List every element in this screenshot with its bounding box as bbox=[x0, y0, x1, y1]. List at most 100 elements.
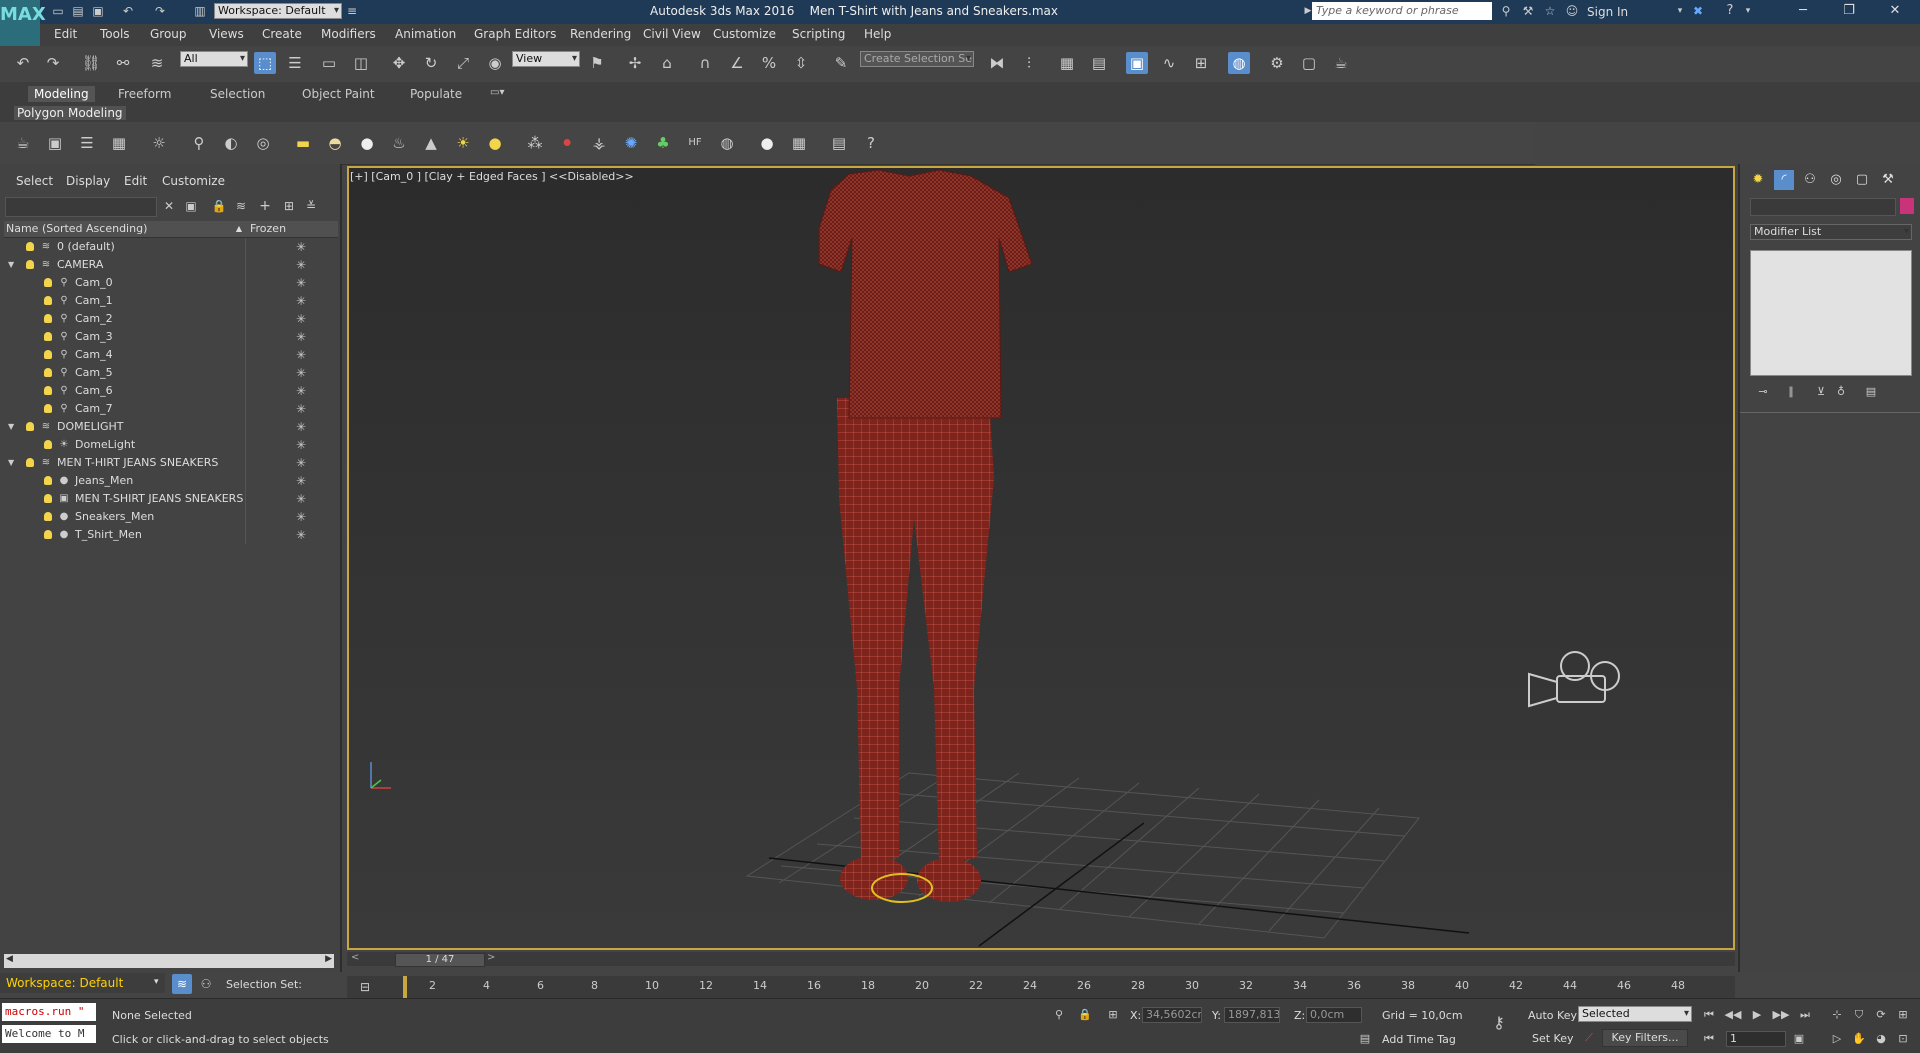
menu-edit[interactable]: Edit bbox=[54, 27, 77, 41]
explorer-row[interactable]: ⚲ Cam_2 ✳ bbox=[0, 310, 338, 328]
auto-key-button[interactable]: Auto Key bbox=[1528, 1009, 1577, 1022]
list-icon[interactable]: ☰ bbox=[76, 132, 98, 154]
explorer-row[interactable]: ⚲ Cam_3 ✳ bbox=[0, 328, 338, 346]
bind-space-warp-icon[interactable]: ≋ bbox=[146, 52, 168, 74]
open-file-icon[interactable]: ▤ bbox=[70, 3, 86, 19]
frozen-toggle-icon[interactable]: ✳ bbox=[296, 508, 306, 526]
maxscript-listener[interactable]: macros.run " Welcome to M bbox=[2, 1003, 96, 1045]
frozen-toggle-icon[interactable]: ✳ bbox=[296, 346, 306, 364]
prev-frame-icon[interactable]: ◀◀ bbox=[1724, 1007, 1742, 1023]
curve-editor-icon[interactable]: ∿ bbox=[1158, 52, 1180, 74]
window-crossing-icon[interactable]: ◫ bbox=[350, 52, 372, 74]
pivot-center-icon[interactable]: ⚑ bbox=[586, 52, 608, 74]
modify-tab-icon[interactable]: ◜ bbox=[1774, 170, 1794, 190]
explorer-row[interactable]: ⚲ Cam_0 ✳ bbox=[0, 274, 338, 292]
key-filters-button[interactable]: Key Filters... bbox=[1602, 1029, 1688, 1047]
frozen-toggle-icon[interactable]: ✳ bbox=[296, 328, 306, 346]
pin-stack-icon[interactable]: ⊸ bbox=[1754, 384, 1772, 400]
visibility-bulb-icon[interactable] bbox=[26, 260, 34, 269]
hierarchy-tab-icon[interactable]: ⚇ bbox=[1800, 170, 1820, 190]
frozen-toggle-icon[interactable]: ✳ bbox=[296, 382, 306, 400]
explorer-row[interactable]: ▣ MEN T-SHIRT JEANS SNEAKERS ✳ bbox=[0, 490, 338, 508]
configure-sets-icon[interactable]: ▤ bbox=[1862, 384, 1880, 400]
select-by-name-icon[interactable]: ☰ bbox=[284, 52, 306, 74]
maximize-button[interactable]: ❐ bbox=[1834, 2, 1864, 20]
ribbon-tab-selection[interactable]: Selection bbox=[210, 87, 265, 101]
mirror-icon[interactable]: ⧓ bbox=[986, 52, 1008, 74]
explorer-row[interactable]: ● Sneakers_Men ✳ bbox=[0, 508, 338, 526]
time-slider-thumb[interactable]: 1 / 47 bbox=[395, 953, 485, 967]
scroll-right-icon[interactable]: ▶ bbox=[325, 954, 332, 964]
visibility-bulb-icon[interactable] bbox=[44, 494, 52, 503]
explorer-row[interactable]: ⚲ Cam_5 ✳ bbox=[0, 364, 338, 382]
prev-frame-arrow-icon[interactable]: < bbox=[351, 952, 359, 963]
redo-icon[interactable]: ↷ bbox=[42, 52, 64, 74]
viewport-cam0[interactable] bbox=[347, 166, 1735, 950]
hierarchy-icon[interactable]: ⊞ bbox=[278, 195, 300, 217]
workspace-field[interactable]: Workspace: Default bbox=[0, 973, 165, 993]
menu-animation[interactable]: Animation bbox=[395, 27, 456, 41]
cone-light-icon[interactable]: ▲ bbox=[420, 132, 442, 154]
explorer-row[interactable]: ▼ ≋ MEN T-HIRT JEANS SNEAKERS ✳ bbox=[0, 454, 338, 472]
explorer-row[interactable]: ▼ ≋ DOMELIGHT ✳ bbox=[0, 418, 338, 436]
render-production-icon[interactable]: ☕ bbox=[1330, 52, 1352, 74]
ribbon-tab-populate[interactable]: Populate bbox=[410, 87, 462, 101]
ref-coord-dropdown[interactable]: View bbox=[512, 51, 580, 67]
camera-tool-icon[interactable]: ⚲ bbox=[188, 132, 210, 154]
visibility-bulb-icon[interactable] bbox=[44, 440, 52, 449]
toolbar-help-icon[interactable]: ? bbox=[860, 132, 882, 154]
frozen-toggle-icon[interactable]: ✳ bbox=[296, 400, 306, 418]
viewport-label[interactable]: [+] [Cam_0 ] [Clay + Edged Faces ] <<Dis… bbox=[350, 170, 634, 183]
shell-icon[interactable]: ◍ bbox=[716, 132, 738, 154]
disc-icon[interactable]: ● bbox=[356, 132, 378, 154]
pan-icon[interactable]: ✋ bbox=[1850, 1031, 1868, 1047]
spinner-snap-icon[interactable]: ⇳ bbox=[790, 52, 812, 74]
make-unique-icon[interactable]: ⊻ bbox=[1812, 384, 1830, 400]
hierarchy-explorer-icon[interactable]: ⚇ bbox=[196, 974, 216, 994]
walkthrough-icon[interactable]: ⊡ bbox=[1894, 1031, 1912, 1047]
time-tag-icon[interactable]: ▤ bbox=[1356, 1031, 1374, 1047]
rotate-icon[interactable]: ↻ bbox=[420, 52, 442, 74]
explorer-menu-select[interactable]: Select bbox=[16, 174, 53, 188]
workspace-dropdown[interactable]: Workspace: Default bbox=[214, 3, 342, 19]
proxy-icon[interactable]: ⁂ bbox=[524, 132, 546, 154]
select-object-icon[interactable]: ⬚ bbox=[254, 52, 276, 74]
visibility-bulb-icon[interactable] bbox=[44, 404, 52, 413]
visibility-bulb-icon[interactable] bbox=[44, 476, 52, 485]
orbit-icon[interactable]: ⟳ bbox=[1872, 1007, 1890, 1023]
rect-selection-icon[interactable]: ▭ bbox=[318, 52, 340, 74]
frozen-toggle-icon[interactable]: ✳ bbox=[296, 292, 306, 310]
goto-start-icon[interactable]: ⏮ bbox=[1700, 1007, 1718, 1023]
mini-curve-editor-icon[interactable]: ⊟ bbox=[354, 976, 376, 998]
hf-icon[interactable]: HF bbox=[684, 132, 706, 154]
dome-icon[interactable]: ◓ bbox=[324, 132, 346, 154]
percent-snap-icon[interactable]: % bbox=[758, 52, 780, 74]
visibility-bulb-icon[interactable] bbox=[44, 512, 52, 521]
render-frame-icon[interactable]: ▢ bbox=[1298, 52, 1320, 74]
omni-light-icon[interactable]: ● bbox=[484, 132, 506, 154]
z-coordinate-field[interactable]: 0,0cm bbox=[1306, 1007, 1362, 1023]
subscription-icon[interactable]: ⚒ bbox=[1520, 3, 1536, 19]
visibility-bulb-icon[interactable] bbox=[26, 422, 34, 431]
frozen-toggle-icon[interactable]: ✳ bbox=[296, 310, 306, 328]
modifier-stack[interactable] bbox=[1750, 250, 1912, 376]
user-icon[interactable]: ☺ bbox=[1564, 3, 1580, 19]
play-icon[interactable]: ▶ bbox=[1748, 1007, 1766, 1023]
visibility-bulb-icon[interactable] bbox=[26, 242, 34, 251]
explorer-row[interactable]: ⚲ Cam_4 ✳ bbox=[0, 346, 338, 364]
menu-customize[interactable]: Customize bbox=[713, 27, 776, 41]
sign-in-dropdown-icon[interactable]: ▾ bbox=[1672, 3, 1688, 19]
menu-graph-editors[interactable]: Graph Editors bbox=[474, 27, 556, 41]
material-editor-icon[interactable]: ◍ bbox=[1228, 52, 1250, 74]
column-header-frozen[interactable]: Frozen bbox=[246, 221, 338, 238]
add-layer-icon[interactable]: + bbox=[254, 195, 276, 217]
grass-icon[interactable]: ♣ bbox=[652, 132, 674, 154]
ribbon-panel-polygon-modeling[interactable]: Polygon Modeling bbox=[14, 106, 126, 120]
visibility-bulb-icon[interactable] bbox=[44, 314, 52, 323]
goto-end-icon[interactable]: ⏭ bbox=[1796, 1007, 1814, 1023]
redo-icon[interactable]: ↷ bbox=[152, 3, 168, 19]
remove-modifier-icon[interactable]: ♁ bbox=[1832, 384, 1850, 400]
key-icon[interactable]: ⚷ bbox=[1490, 1015, 1508, 1031]
create-tab-icon[interactable]: ✹ bbox=[1748, 170, 1768, 190]
layers-icon[interactable]: ≋ bbox=[230, 195, 252, 217]
